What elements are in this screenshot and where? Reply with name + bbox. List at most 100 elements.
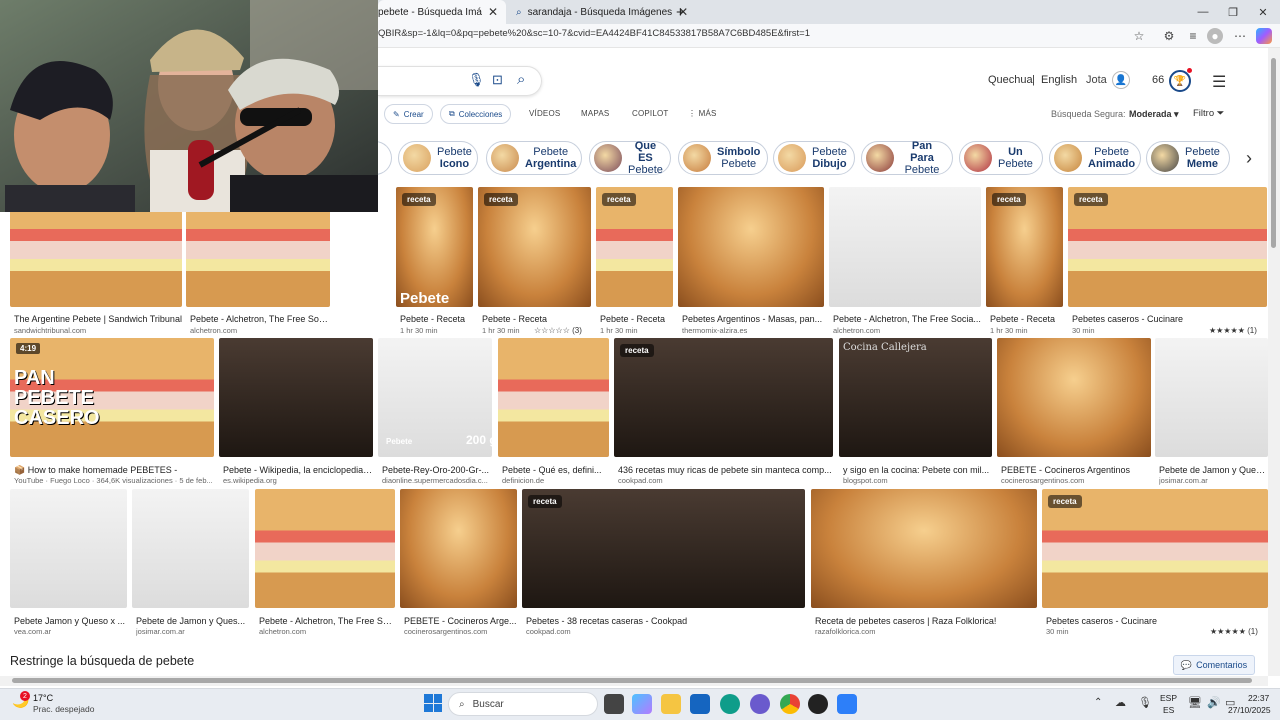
- more-menu-icon[interactable]: ⋯: [1232, 28, 1248, 44]
- chip-pebete-icono[interactable]: Pebete Icono: [398, 141, 478, 175]
- lang-english[interactable]: English: [1041, 74, 1077, 86]
- result-caption[interactable]: Pebete - Receta: [990, 314, 1055, 324]
- image-result-row3-5[interactable]: receta: [522, 489, 805, 608]
- nav-mas[interactable]: ⋮ MÁS: [688, 109, 717, 118]
- result-caption[interactable]: y sigo en la cocina: Pebete con mil...: [843, 465, 989, 475]
- network-icon[interactable]: 🖥: [1188, 696, 1202, 709]
- file-explorer-icon[interactable]: [661, 694, 681, 714]
- chrome-icon[interactable]: [780, 694, 800, 714]
- store-icon[interactable]: [690, 694, 710, 714]
- chip-símbolo-pebete[interactable]: Símbolo Pebete: [678, 141, 768, 175]
- result-caption[interactable]: Pebete de Jamon y Ques...: [1159, 465, 1268, 475]
- task-view-icon[interactable]: [604, 694, 624, 714]
- maximize-button[interactable]: ❐: [1218, 0, 1248, 24]
- obs-icon[interactable]: [808, 694, 828, 714]
- result-caption[interactable]: Pebete Jamon y Queso x ...: [14, 616, 125, 626]
- scroll-thumb[interactable]: [12, 678, 1252, 683]
- close-tab-icon[interactable]: ✕: [488, 5, 498, 19]
- chip-un-pebete[interactable]: Un Pebete: [959, 141, 1043, 175]
- result-caption[interactable]: 436 recetas muy ricas de pebete sin mant…: [618, 465, 832, 475]
- result-caption[interactable]: Pebete - Receta: [600, 314, 665, 324]
- result-caption[interactable]: Pebete - Receta: [482, 314, 547, 324]
- nav-copilot[interactable]: COPILOT: [632, 109, 669, 118]
- chip-que-es-pebete[interactable]: Que ES Pebete: [589, 140, 671, 176]
- result-caption[interactable]: 📦 How to make homemade PEBETES -: [14, 465, 177, 476]
- image-result-row2-8[interactable]: [1155, 338, 1268, 457]
- result-caption[interactable]: Pebete - Wikipedia, la enciclopedia ...: [223, 465, 373, 475]
- result-caption[interactable]: Pebete - Alchetron, The Free Socia...: [833, 314, 981, 324]
- image-result-row2-6[interactable]: [839, 338, 992, 457]
- image-result-row3-7[interactable]: receta: [1042, 489, 1268, 608]
- discord-icon[interactable]: [750, 694, 770, 714]
- photos-icon[interactable]: [837, 694, 857, 714]
- result-caption[interactable]: Pebete - Qué es, defini...: [502, 465, 602, 475]
- result-caption[interactable]: Pebete de Jamon y Ques...: [136, 616, 245, 626]
- star-icon[interactable]: ☆: [1131, 28, 1147, 44]
- image-result-row1-5[interactable]: receta: [596, 187, 673, 307]
- crear-button[interactable]: ✎ Crear: [384, 104, 433, 124]
- close-window-button[interactable]: ✕: [1248, 0, 1278, 24]
- chip-pebete-dibujo[interactable]: Pebete Dibujo: [773, 141, 855, 175]
- image-result-row1-3[interactable]: receta: [396, 187, 473, 307]
- result-caption[interactable]: Pebete - Alchetron, The Free Social Ency…: [190, 314, 330, 324]
- url-field[interactable]: QBIR&sp=-1&lq=0&pq=pebete%20&sc=10-7&cvi…: [378, 28, 810, 39]
- favorites-icon[interactable]: ≡: [1185, 28, 1201, 44]
- image-result-row1-7[interactable]: [829, 187, 981, 307]
- clock-time[interactable]: 22:37: [1248, 693, 1269, 703]
- chevron-up-icon[interactable]: ⌃: [1094, 697, 1102, 708]
- hamburger-menu-icon[interactable]: ☰: [1212, 72, 1226, 92]
- image-result-row1-8[interactable]: receta: [986, 187, 1063, 307]
- chip-pebete-meme[interactable]: Pebete Meme: [1146, 141, 1230, 175]
- user-name[interactable]: Jota: [1086, 74, 1107, 86]
- avatar-icon[interactable]: 👤: [1112, 71, 1130, 89]
- minimize-button[interactable]: —: [1188, 0, 1218, 24]
- image-result-row3-3[interactable]: [255, 489, 395, 608]
- result-caption[interactable]: Pebetes caseros - Cucinare: [1072, 314, 1183, 324]
- image-result-row1-9[interactable]: receta: [1068, 187, 1267, 307]
- nav-mapas[interactable]: MAPAS: [581, 109, 609, 118]
- result-caption[interactable]: Pebetes caseros - Cucinare: [1046, 616, 1157, 626]
- result-caption[interactable]: Pebete-Rey-Oro-200-Gr-...: [382, 465, 489, 475]
- result-caption[interactable]: Pebete - Alchetron, The Free So...: [259, 616, 395, 626]
- nav-videos[interactable]: VÍDEOS: [529, 109, 560, 118]
- result-caption[interactable]: PEBETE - Cocineros Argentinos: [1001, 465, 1130, 475]
- rewards-icon[interactable]: 🏆: [1169, 70, 1191, 92]
- scroll-thumb[interactable]: [1271, 58, 1276, 248]
- lang-quechua[interactable]: Quechua: [988, 74, 1033, 86]
- image-result-row3-6[interactable]: [811, 489, 1037, 608]
- image-result-row3-1[interactable]: [10, 489, 127, 608]
- language-indicator[interactable]: ESP: [1160, 693, 1177, 703]
- feedback-button[interactable]: 💬 Comentarios: [1173, 655, 1255, 675]
- colecciones-button[interactable]: ⧉ Colecciones: [440, 104, 512, 124]
- image-result-row3-4[interactable]: [400, 489, 517, 608]
- vertical-scrollbar[interactable]: [1268, 48, 1280, 676]
- image-result-row2-5[interactable]: receta: [614, 338, 833, 457]
- extension-icon[interactable]: ⚙: [1161, 28, 1177, 44]
- chevron-right-icon[interactable]: ›: [1238, 146, 1260, 170]
- chip-pebete-argentina[interactable]: Pebete Argentina: [486, 141, 582, 175]
- result-caption[interactable]: Pebetes - 38 recetas caseras - Cookpad: [526, 616, 687, 626]
- copilot-icon[interactable]: [1256, 28, 1272, 44]
- result-caption[interactable]: The Argentine Pebete | Sandwich Tribunal: [14, 314, 182, 324]
- result-caption[interactable]: Pebete - Receta: [400, 314, 465, 324]
- windows-start-icon[interactable]: [424, 694, 442, 712]
- result-caption[interactable]: PEBETE - Cocineros Arge...: [404, 616, 517, 626]
- tab-pebete[interactable]: pebete - Búsqueda Imágenes ✕: [378, 0, 506, 24]
- edge-icon[interactable]: [720, 694, 740, 714]
- image-result-row2-4[interactable]: [498, 338, 609, 457]
- new-tab-button[interactable]: +: [668, 0, 692, 24]
- search-icon[interactable]: ⌕: [517, 71, 525, 88]
- image-result-row3-2[interactable]: [132, 489, 249, 608]
- cloud-icon[interactable]: ☁: [1115, 696, 1126, 709]
- image-result-row2-7[interactable]: [997, 338, 1151, 457]
- safe-search-value[interactable]: Moderada ▾: [1129, 109, 1179, 120]
- visual-search-icon[interactable]: ⊡: [492, 72, 503, 88]
- image-result-row2-2[interactable]: [219, 338, 373, 457]
- microphone-icon[interactable]: 🎙: [468, 72, 485, 88]
- profile-icon[interactable]: ●: [1207, 28, 1223, 44]
- volume-icon[interactable]: 🔊: [1207, 696, 1221, 709]
- rewards-count[interactable]: 66: [1152, 74, 1164, 86]
- copilot-app-icon[interactable]: [632, 694, 652, 714]
- horizontal-scrollbar[interactable]: [0, 676, 1268, 686]
- chip-pan-para-pebete[interactable]: Pan Para Pebete: [861, 140, 953, 176]
